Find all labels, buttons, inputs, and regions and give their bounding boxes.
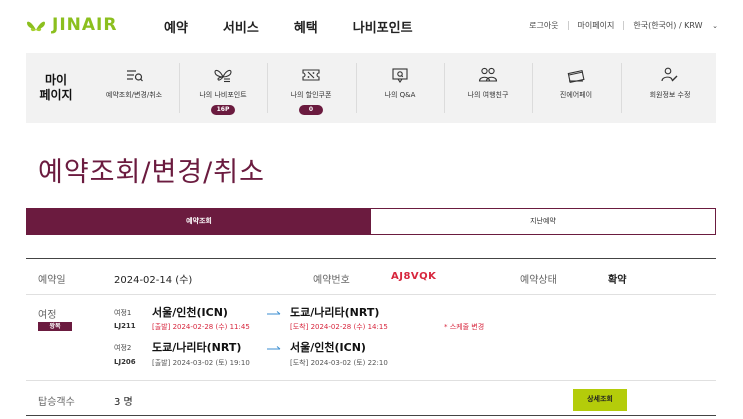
tab-current-reservations[interactable]: 예약조회 [27,209,371,234]
mypage-item-nabipoint[interactable]: 나의 나비포인트 16P [179,53,267,123]
mypage-item-qna[interactable]: 나의 Q&A [356,53,444,123]
mypage-item-coupons[interactable]: 나의 할인쿠폰 0 [267,53,355,123]
segment-label: 여정1 [114,309,132,317]
divider [621,63,622,113]
language-label: 한국(한국어) / KRW [633,21,703,30]
mypage-item-jinair-pay[interactable]: 진에어페이 [532,53,620,123]
mypage-item-label: 나의 여행친구 [467,91,509,99]
arrival-time: [도착] 2024-02-28 (수) 14:15 [290,323,388,331]
mypage-item-label: 나의 나비포인트 [199,91,247,99]
arrow-right-icon [267,346,281,350]
card-pay-icon [567,69,585,83]
ticket-search-icon [127,70,143,82]
points-badge: 16P [211,105,235,115]
nav-nabipoint[interactable]: 나비포인트 [353,17,413,36]
arrow-right-icon [267,311,281,315]
flight-number: LJ211 [114,322,136,330]
language-selector[interactable]: 한국(한국어) / KRW ⌄ [633,20,718,31]
booking-status-value: 확약 [608,275,627,286]
user-edit-icon [661,67,678,82]
segment-origin: 도쿄/나리타(NRT) [152,341,242,354]
itinerary-row: 여정 왕복 여정1 서울/인천(ICN) 도쿄/나리타(NRT) LJ211 [… [26,295,716,381]
global-header: JINAIR 예약 서비스 혜택 나비포인트 로그아웃 마이페이지 한국(한국어… [0,0,743,52]
schedule-change-notice: * 스케줄 변경 [444,323,485,331]
nav-reservation[interactable]: 예약 [164,17,188,36]
mypage-item-label: 나의 Q&A [384,91,416,99]
mypage-item-travel-friends[interactable]: 나의 여행친구 [444,53,532,123]
butterfly-logo-icon [27,21,45,32]
nav-benefits[interactable]: 혜택 [294,17,318,36]
booking-meta-row: 예약일 2024-02-14 (수) 예약번호 AJ8VQK 예약상태 확약 [26,259,716,295]
arrival-time: [도착] 2024-03-02 (토) 22:10 [290,359,388,367]
reservation-tabs: 예약조회 지난예약 [26,208,716,235]
mypage-title: 마이 페이지 [34,73,78,103]
segment-origin: 서울/인천(ICN) [152,306,228,319]
pnr-value: AJ8VQK [391,271,437,282]
tab-past-reservations[interactable]: 지난예약 [371,209,715,234]
utility-menu: 로그아웃 마이페이지 한국(한국어) / KRW ⌄ [529,20,718,31]
nav-service[interactable]: 서비스 [223,17,259,36]
mypage-item-member-info[interactable]: 회원정보 수정 [626,53,714,123]
coupon-icon [302,69,320,81]
mypage-item-label: 나의 할인쿠폰 [290,91,332,99]
mypage-item-label: 진에어페이 [559,91,593,99]
pnr-label: 예약번호 [313,275,350,286]
logo-text: JINAIR [52,15,118,35]
mypage-link[interactable]: 마이페이지 [578,20,615,31]
mypage-title-line1: 마이 [44,73,68,87]
segment-label: 여정2 [114,344,132,352]
util-divider [623,21,625,30]
coupon-count-badge: 0 [299,105,323,115]
booking-date-label: 예약일 [38,275,66,286]
logout-link[interactable]: 로그아웃 [529,20,558,31]
jinair-logo[interactable]: JINAIR [26,14,117,36]
passenger-count-value: 3 명 [114,397,133,408]
global-nav: 예약 서비스 혜택 나비포인트 [164,17,448,36]
departure-time: [출발] 2024-02-28 (수) 11:45 [152,323,250,331]
chevron-down-icon: ⌄ [712,22,718,30]
mypage-menu-bar: 마이 페이지 예약조회/변경/취소 나의 나비포인트 16P 나의 할인쿠폰 0… [26,53,716,123]
page-title: 예약조회/변경/취소 [38,157,265,188]
trip-type-badge: 왕복 [38,322,72,331]
mypage-title-line2: 페이지 [39,88,73,102]
booking-date-value: 2024-02-14 (수) [114,275,193,286]
booking-status-label: 예약상태 [520,275,557,286]
booking-summary: 예약일 2024-02-14 (수) 예약번호 AJ8VQK 예약상태 확약 여… [26,258,716,416]
butterfly-icon [214,69,232,83]
friends-icon [478,67,498,82]
segment-destination: 도쿄/나리타(NRT) [290,306,380,319]
departure-time: [출발] 2024-03-02 (토) 19:10 [152,359,250,367]
mypage-item-reservations[interactable]: 예약조회/변경/취소 [90,53,178,123]
mypage-item-label: 예약조회/변경/취소 [105,91,163,99]
passenger-count-label: 탑승객수 [38,397,75,408]
mypage-item-label: 회원정보 수정 [649,91,691,99]
chat-question-icon [392,68,408,83]
flight-number: LJ206 [114,358,136,366]
segment-destination: 서울/인천(ICN) [290,341,366,354]
util-divider [567,21,569,30]
detail-view-button[interactable]: 상세조회 [573,389,627,411]
itinerary-label: 여정 [38,310,57,321]
